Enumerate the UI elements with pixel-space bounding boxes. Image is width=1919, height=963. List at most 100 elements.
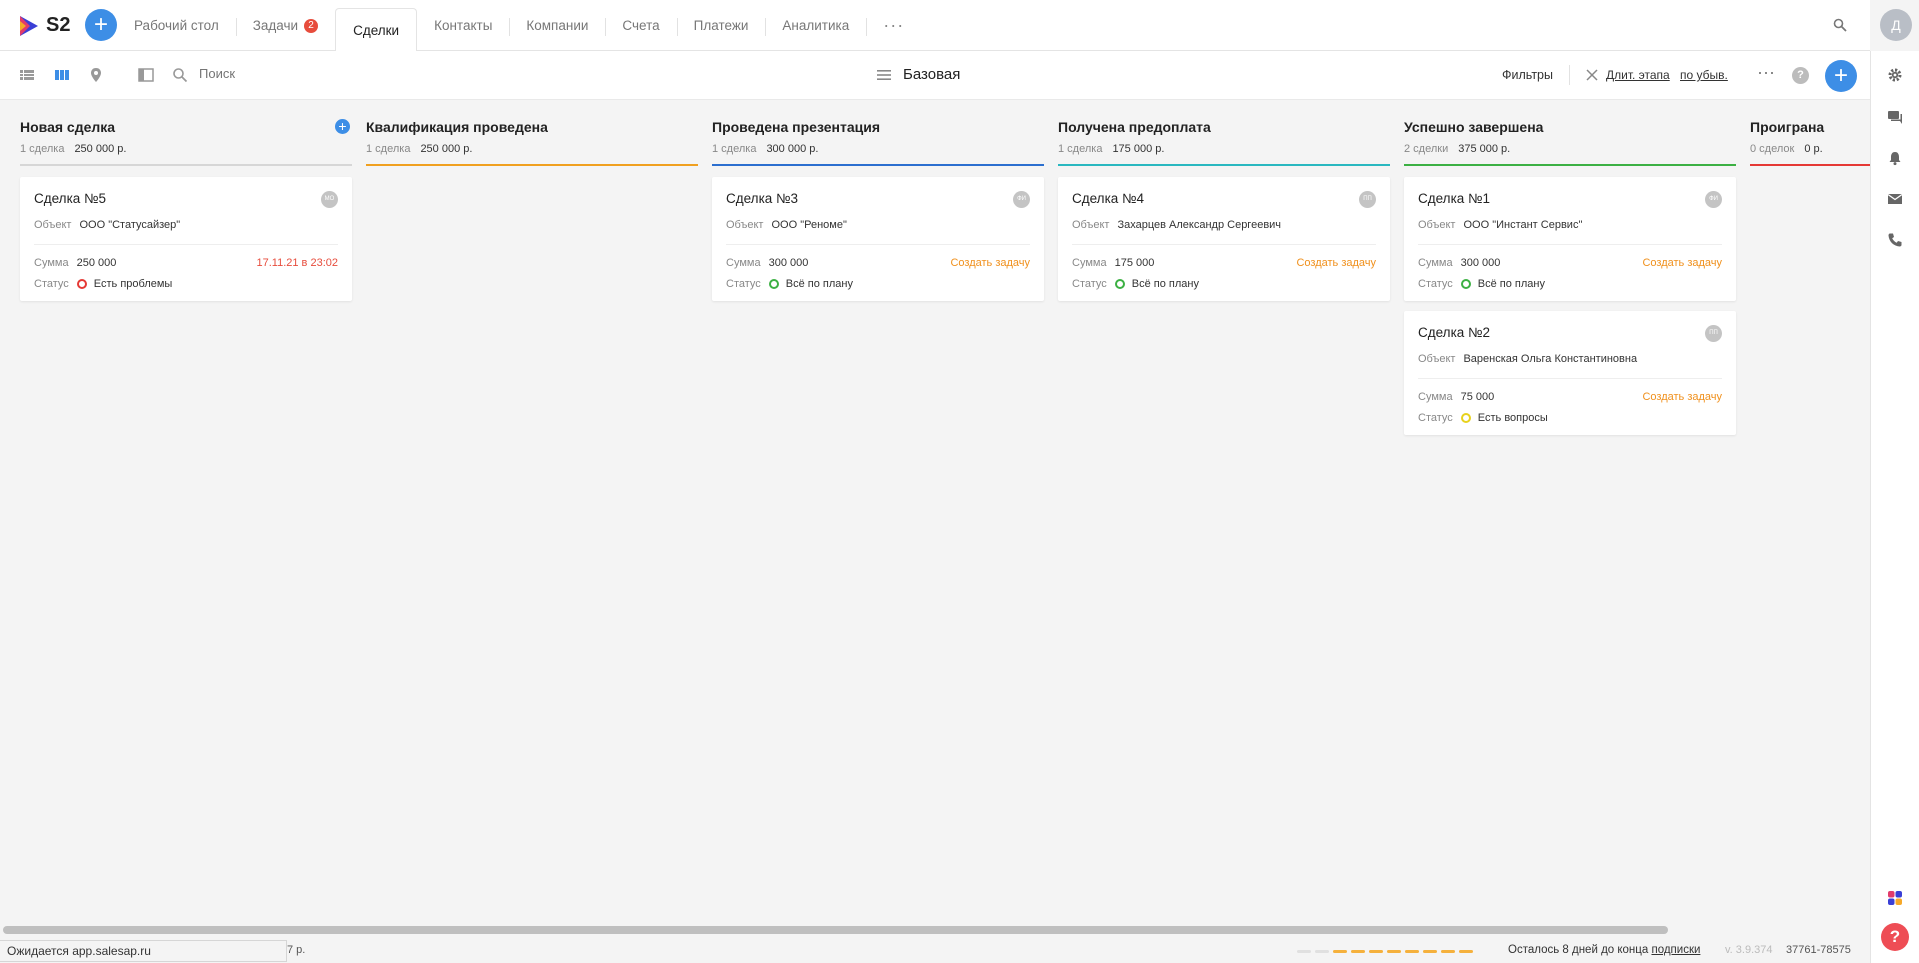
task-action-link[interactable]: Создать задачу bbox=[1296, 257, 1376, 269]
subscription-link[interactable]: подписки bbox=[1651, 944, 1700, 956]
gear-icon[interactable] bbox=[1887, 67, 1903, 83]
object-value[interactable]: Варенская Ольга Константиновна bbox=[1463, 353, 1637, 365]
status-label: Статус bbox=[1418, 278, 1453, 290]
deal-card[interactable]: Сделка №2 ПП Объект Варенская Ольга Констан… bbox=[1404, 311, 1736, 435]
deal-title[interactable]: Сделка №3 bbox=[726, 191, 1030, 206]
deal-title[interactable]: Сделка №4 bbox=[1072, 191, 1376, 206]
column-title: Квалификация проведена bbox=[366, 119, 548, 135]
kanban-view-icon[interactable] bbox=[54, 67, 70, 83]
deal-status-row: Статус Есть проблемы bbox=[34, 278, 338, 290]
sidebar-panel-icon[interactable] bbox=[138, 67, 154, 83]
add-deal-to-stage-button[interactable]: + bbox=[335, 119, 350, 134]
tab-label: Сделки bbox=[353, 22, 400, 38]
sum-label: Сумма bbox=[726, 257, 761, 269]
tab-label: Контакты bbox=[434, 18, 493, 33]
deal-count: 1 сделка bbox=[366, 143, 411, 155]
column-sum: 375 000 р. bbox=[1458, 143, 1511, 155]
status-value[interactable]: Всё по плану bbox=[786, 278, 853, 290]
search-input[interactable] bbox=[199, 66, 399, 81]
stage-color-line bbox=[1058, 164, 1390, 166]
deal-sum-row: Сумма 300 000 Создать задачу bbox=[726, 257, 1030, 269]
status-value[interactable]: Всё по плану bbox=[1478, 278, 1545, 290]
tab-5[interactable]: Счета bbox=[605, 0, 676, 51]
deal-title[interactable]: Сделка №2 bbox=[1418, 325, 1722, 340]
column-summary: 2 сделки 375 000 р. bbox=[1404, 143, 1736, 155]
stage-color-line bbox=[1750, 164, 1870, 166]
divider bbox=[1569, 65, 1570, 85]
task-action-link[interactable]: Создать задачу bbox=[1642, 391, 1722, 403]
sum-label: Сумма bbox=[1418, 257, 1453, 269]
close-icon[interactable] bbox=[1586, 69, 1598, 81]
column-header: Квалификация проведена 1 сделка 250 000 р. bbox=[366, 100, 698, 166]
board-toolbar: Базовая Фильтры Длит. этапа по убыв. ···… bbox=[0, 51, 1870, 100]
status-value[interactable]: Есть проблемы bbox=[94, 278, 173, 290]
column-header: Новая сделка 1 сделка 250 000 р. + bbox=[20, 100, 352, 166]
object-label: Объект bbox=[1418, 353, 1456, 365]
responsible-avatar: ПП bbox=[1705, 325, 1722, 342]
hamburger-icon bbox=[877, 69, 891, 80]
quick-add-button[interactable]: + bbox=[85, 9, 117, 41]
app-logo[interactable]: S2 bbox=[18, 14, 70, 37]
sort-field-link[interactable]: Длит. этапа bbox=[1606, 68, 1670, 82]
truncated-total: 7 р. bbox=[287, 944, 306, 956]
object-label: Объект bbox=[726, 219, 764, 231]
deal-card[interactable]: Сделка №1 ФИ Объект ООО "Инстант Сервис" Сум… bbox=[1404, 177, 1736, 301]
tab-7[interactable]: Аналитика bbox=[765, 0, 866, 51]
user-avatar[interactable]: Д bbox=[1880, 9, 1912, 41]
view-name: Базовая bbox=[903, 66, 961, 83]
sort-order-link[interactable]: по убыв. bbox=[1680, 68, 1728, 82]
list-view-icon[interactable] bbox=[19, 67, 35, 83]
tab-0[interactable]: Рабочий стол bbox=[117, 0, 236, 51]
tab-6[interactable]: Платежи bbox=[676, 0, 766, 51]
deal-title[interactable]: Сделка №5 bbox=[34, 191, 338, 206]
support-help-button[interactable]: ? bbox=[1881, 923, 1909, 951]
help-icon[interactable]: ? bbox=[1792, 67, 1809, 84]
object-label: Объект bbox=[34, 219, 72, 231]
tab-4[interactable]: Компании bbox=[509, 0, 605, 51]
main-tabs: Рабочий стол Задачи 2 Сделки Контакты Компани… bbox=[117, 0, 921, 60]
deal-title[interactable]: Сделка №1 bbox=[1418, 191, 1722, 206]
object-value[interactable]: ООО "Статусайзер" bbox=[79, 219, 180, 231]
sum-value: 300 000 bbox=[768, 257, 809, 269]
add-deal-button[interactable]: + bbox=[1825, 60, 1857, 92]
more-tabs-button[interactable]: ··· bbox=[866, 0, 921, 51]
app-version: v. 3.9.374 bbox=[1725, 944, 1773, 956]
deal-card[interactable]: Сделка №3 ФИ Объект ООО "Реноме" Сумма 300 00… bbox=[712, 177, 1044, 301]
column-summary: 1 сделка 175 000 р. bbox=[1058, 143, 1390, 155]
status-value[interactable]: Есть вопросы bbox=[1478, 412, 1548, 424]
phone-icon[interactable] bbox=[1887, 232, 1903, 248]
mail-icon[interactable] bbox=[1887, 191, 1903, 207]
column-sum: 250 000 р. bbox=[420, 143, 473, 155]
bell-icon[interactable] bbox=[1887, 150, 1903, 166]
deal-card[interactable]: Сделка №4 ПП Объект Захарцев Александр Серг… bbox=[1058, 177, 1390, 301]
object-value[interactable]: ООО "Инстант Сервис" bbox=[1463, 219, 1582, 231]
column-sum: 300 000 р. bbox=[766, 143, 819, 155]
column-header: Успешно завершена 2 сделки 375 000 р. bbox=[1404, 100, 1736, 166]
top-navigation: S2 + Рабочий стол Задачи 2 Сделки Контакты Ко… bbox=[0, 0, 1912, 60]
horizontal-scrollbar[interactable] bbox=[3, 926, 1668, 934]
chat-icon[interactable] bbox=[1887, 109, 1903, 125]
view-selector[interactable]: Базовая bbox=[877, 66, 960, 83]
search-icon[interactable] bbox=[1833, 18, 1847, 32]
status-value[interactable]: Всё по плану bbox=[1132, 278, 1199, 290]
status-label: Статус bbox=[1072, 278, 1107, 290]
tab-3[interactable]: Контакты bbox=[417, 0, 509, 51]
task-action-link[interactable]: Создать задачу bbox=[1642, 257, 1722, 269]
deal-object-row: Объект ООО "Реноме" bbox=[726, 219, 1030, 231]
task-action-link[interactable]: Создать задачу bbox=[950, 257, 1030, 269]
tasks-count-badge: 2 bbox=[304, 18, 319, 33]
deal-card[interactable]: Сделка №5 МО Объект ООО "Статусайзер" Сумма 2… bbox=[20, 177, 352, 301]
tab-1[interactable]: Задачи 2 bbox=[235, 0, 335, 51]
board-column: Проиграна 0 сделок 0 р. bbox=[1750, 100, 1870, 166]
brand-mark-icon[interactable] bbox=[1887, 890, 1903, 906]
filters-button[interactable]: Фильтры bbox=[1502, 68, 1553, 82]
object-value[interactable]: ООО "Реноме" bbox=[771, 219, 846, 231]
deal-sum-row: Сумма 300 000 Создать задачу bbox=[1418, 257, 1722, 269]
object-value[interactable]: Захарцев Александр Сергеевич bbox=[1117, 219, 1281, 231]
more-options-button[interactable]: ··· bbox=[1757, 62, 1775, 83]
task-action-link[interactable]: 17.11.21 в 23:02 bbox=[257, 257, 339, 269]
sum-value: 250 000 bbox=[76, 257, 117, 269]
responsible-avatar: ПП bbox=[1359, 191, 1376, 208]
column-title: Проиграна bbox=[1750, 119, 1825, 135]
map-pin-icon[interactable] bbox=[88, 67, 104, 83]
